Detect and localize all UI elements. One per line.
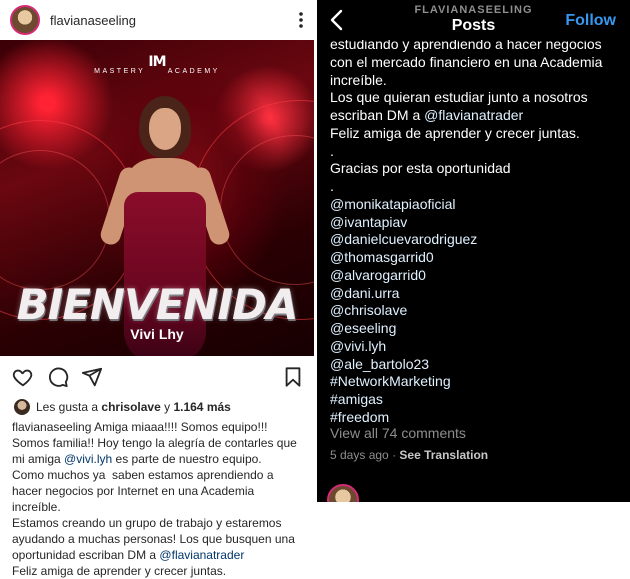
mention-link[interactable]: @thomasgarrid0 xyxy=(330,249,434,265)
caption-line: @vivi.lyh xyxy=(330,338,626,356)
mention-link[interactable]: @vivi.lyh xyxy=(64,452,112,466)
caption-line: @chrisolave xyxy=(330,302,626,320)
more-vertical-icon[interactable] xyxy=(298,11,304,29)
mention-link[interactable]: @eseeling xyxy=(330,320,396,336)
likes-line[interactable]: Les gusta a chrisolave y 1.164 más xyxy=(14,399,231,415)
caption-line: @ale_bartolo23 xyxy=(330,356,626,374)
caption-line: @thomasgarrid0 xyxy=(330,249,626,267)
mention-link[interactable]: @flavianatrader xyxy=(159,548,244,562)
likes-count[interactable]: 1.164 más xyxy=(173,400,230,414)
post-actions xyxy=(0,356,314,396)
mention-link[interactable]: @danielcuevarodriguez xyxy=(330,231,477,247)
view-all-comments-link[interactable]: View all 74 comments xyxy=(330,425,466,441)
caption-line: @danielcuevarodriguez xyxy=(330,231,626,249)
hashtag-link[interactable]: #amigas xyxy=(330,391,383,407)
mention-link[interactable]: @chrisolave xyxy=(330,302,407,318)
caption-line: increíble. xyxy=(330,72,626,90)
caption-line: . xyxy=(330,178,626,196)
caption-line: @eseeling xyxy=(330,320,626,338)
post-meta: 5 days ago · See Translation xyxy=(330,448,489,462)
caption-text-line: Gracias por esta oportunidad xyxy=(330,160,511,177)
post-headline: BIENVENIDA xyxy=(16,280,299,329)
hashtag-link[interactable]: #NetworkMarketing xyxy=(330,373,451,389)
mention-link[interactable]: @alvarogarrid0 xyxy=(330,267,426,283)
caption-text-line: increíble. xyxy=(330,71,387,88)
post-caption: flavianaseeling Amiga miaaa!!!! Somos eq… xyxy=(12,420,297,578)
caption-text-line: escriban DM a xyxy=(330,107,425,123)
mention-link[interactable]: @monikatapiaoficial xyxy=(330,196,456,212)
caption-text-line: Los que quieran estudiar junto a nosotro… xyxy=(330,89,588,106)
caption-username[interactable]: flavianaseeling xyxy=(12,420,91,434)
caption-text-line: Feliz amiga de aprender y crecer juntas. xyxy=(330,124,580,141)
mention-link[interactable]: @flavianatrader xyxy=(424,107,523,123)
see-translation-link[interactable]: See Translation xyxy=(399,448,488,462)
post-header: flavianaseeling xyxy=(0,0,314,40)
brand-right-word: ACADEMY xyxy=(167,68,220,75)
send-icon[interactable] xyxy=(81,366,103,388)
brand-left-word: MASTERY xyxy=(94,68,146,75)
caption-line: con el mercado financiero en una Academi… xyxy=(330,54,626,72)
comment-icon[interactable] xyxy=(47,366,69,388)
caption-line: Los que quieran estudiar junto a nosotro… xyxy=(330,89,626,107)
post-image[interactable]: IM MASTERY ACADEMY BIENVENIDA Vivi Lhy xyxy=(0,40,314,356)
left-post-panel: flavianaseeling IM MASTERY ACADEMY BIENV… xyxy=(0,0,314,579)
caption-text-line: . xyxy=(330,178,334,194)
caption-text-line: con el mercado financiero en una Academi… xyxy=(330,53,603,70)
caption-line: @monikatapiaoficial xyxy=(330,196,626,214)
bookmark-icon[interactable] xyxy=(282,366,304,388)
mastery-academy-logo: IM MASTERY ACADEMY xyxy=(0,54,314,75)
mention-link[interactable]: @dani.urra xyxy=(330,285,399,301)
caption-line: #amigas xyxy=(330,391,626,409)
liker-username[interactable]: chrisolave xyxy=(101,400,160,414)
right-post-panel: estudiando y aprendiendo a hacer negocio… xyxy=(317,0,630,502)
caption-line: . xyxy=(330,143,626,161)
caption-line: Gracias por esta oportunidad xyxy=(330,160,626,178)
caption-line: @ivantapiav xyxy=(330,214,626,232)
caption-line: #freedom xyxy=(330,409,626,427)
comment-avatar[interactable] xyxy=(327,484,359,502)
heart-icon[interactable] xyxy=(12,366,34,388)
avatar[interactable] xyxy=(10,5,40,35)
follow-button[interactable]: Follow xyxy=(565,12,616,30)
caption-line: Feliz amiga de aprender y crecer juntas. xyxy=(330,125,626,143)
caption-text: estudiando y aprendiendo a hacer negocio… xyxy=(330,36,626,427)
caption-line: @alvarogarrid0 xyxy=(330,267,626,285)
mention-link[interactable]: @ivantapiav xyxy=(330,214,407,230)
caption-line: #NetworkMarketing xyxy=(330,373,626,391)
caption-line: escriban DM a @flavianatrader xyxy=(330,107,626,125)
liker-avatar xyxy=(14,399,30,415)
caption-line: @dani.urra xyxy=(330,285,626,303)
post-subline: Vivi Lhy xyxy=(130,326,184,342)
hashtag-link[interactable]: #freedom xyxy=(330,409,389,425)
posts-header: FLAVIANASEELING Posts Follow xyxy=(317,0,630,40)
mention-link[interactable]: @ale_bartolo23 xyxy=(330,356,429,372)
post-username[interactable]: flavianaseeling xyxy=(50,13,298,28)
post-age: 5 days ago xyxy=(330,448,389,462)
caption-text-line: . xyxy=(330,142,334,159)
blank-area xyxy=(317,502,630,579)
mention-link[interactable]: @vivi.lyh xyxy=(330,338,386,354)
